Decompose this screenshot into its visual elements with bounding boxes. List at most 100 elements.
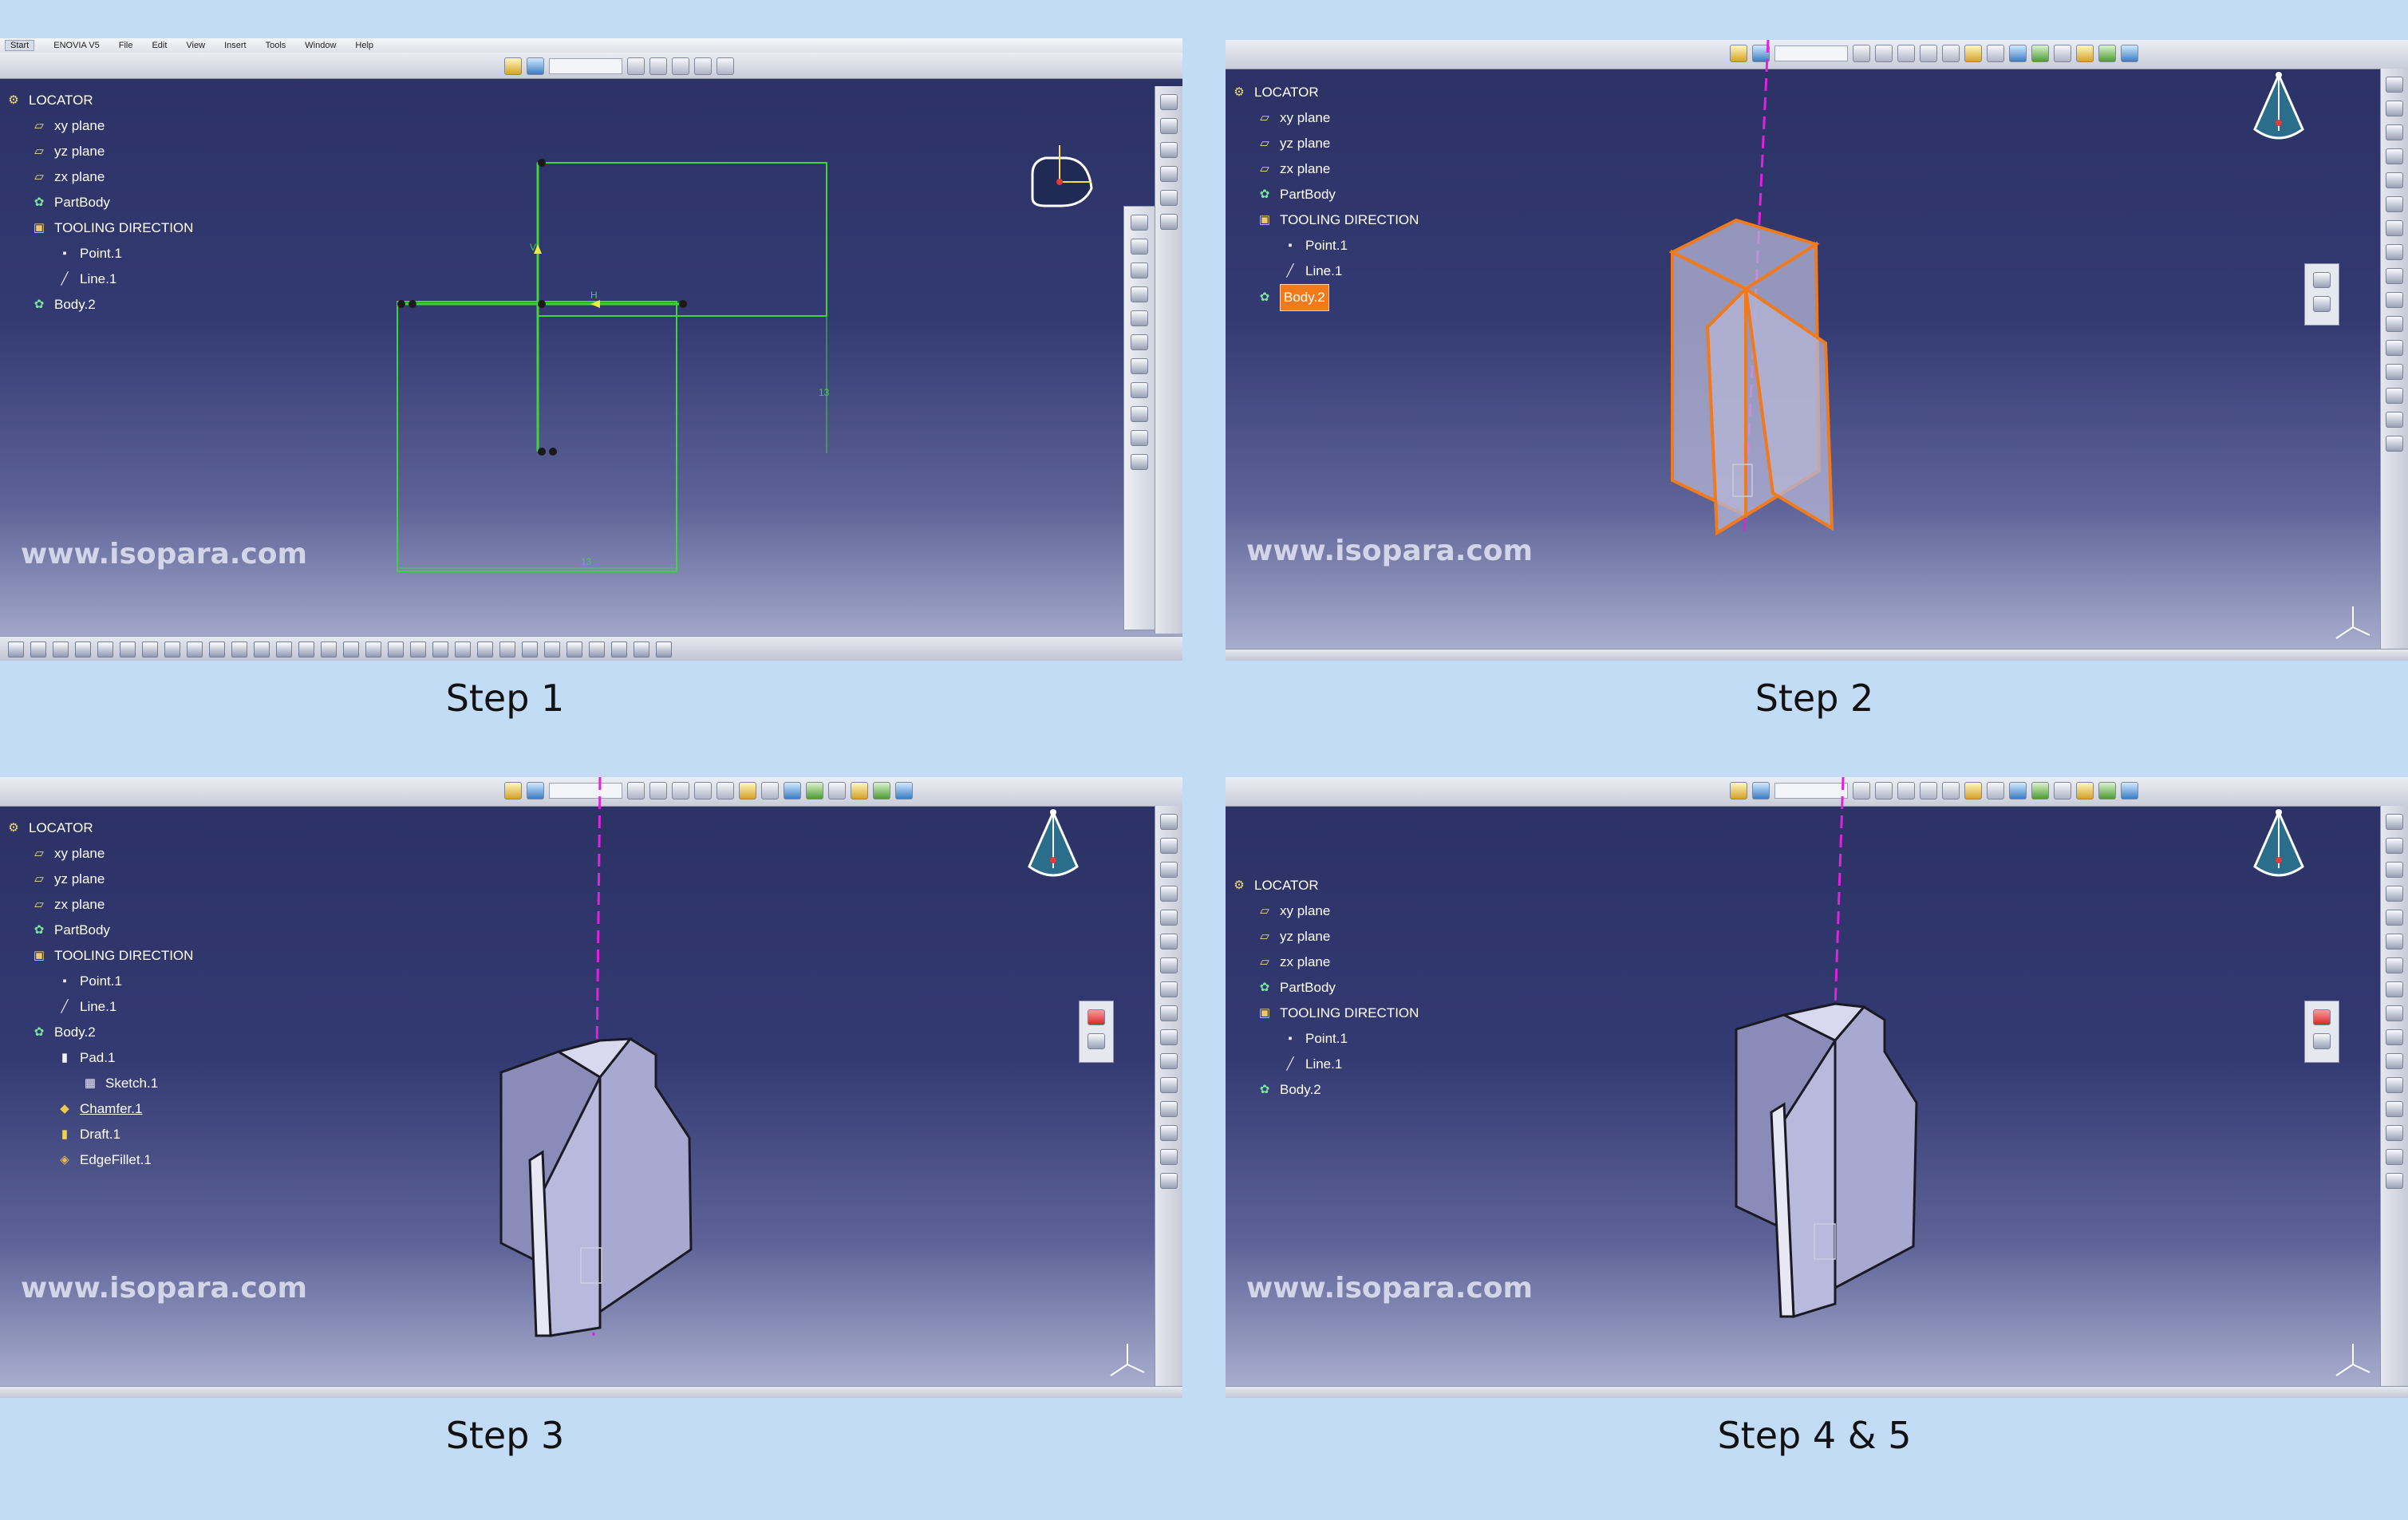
tree-item-body2[interactable]: ✿ Body.2 (1230, 1077, 1419, 1103)
zoom-in-icon[interactable] (410, 642, 426, 657)
chamfer-icon[interactable] (2386, 1053, 2403, 1069)
pattern-icon[interactable] (1160, 1173, 1178, 1189)
tree-item-yz-plane[interactable]: ▱ yz plane (5, 867, 193, 892)
shell-icon[interactable] (1160, 1101, 1178, 1117)
stiffener-icon[interactable] (2386, 981, 2403, 997)
tree-item-point[interactable]: ▪ Point.1 (5, 969, 193, 994)
tree-item-chamfer[interactable]: ◆ Chamfer.1 (5, 1096, 193, 1122)
tree-item-yz-plane[interactable]: ▱ yz plane (1230, 131, 1419, 156)
measure-icon[interactable] (298, 642, 314, 657)
save-icon[interactable] (53, 642, 69, 657)
tree-item-partbody[interactable]: ✿ PartBody (1230, 975, 1419, 1001)
pad-icon[interactable] (1160, 814, 1178, 830)
tree-item-edgefillet[interactable]: ◈ EdgeFillet.1 (5, 1147, 193, 1173)
pocket-icon[interactable] (2386, 838, 2403, 854)
close-icon[interactable] (1088, 1009, 1105, 1025)
sketch-analysis-icon[interactable] (566, 642, 582, 657)
hide-show-icon[interactable] (522, 642, 538, 657)
profile-icon[interactable] (1131, 334, 1148, 350)
construction-toggle-icon[interactable] (656, 642, 672, 657)
tree-item-draft[interactable]: ▮ Draft.1 (5, 1122, 193, 1147)
shell-icon[interactable] (2386, 1101, 2403, 1117)
tree-item-zx-plane[interactable]: ▱ zx plane (1230, 156, 1419, 182)
tool-icon[interactable] (1088, 1033, 1105, 1049)
tree-item-line[interactable]: ╱ Line.1 (5, 994, 193, 1020)
axis-tool-icon[interactable] (1131, 454, 1148, 470)
tree-item-line[interactable]: ╱ Line.1 (1230, 259, 1419, 284)
layer-icon[interactable] (2313, 296, 2331, 312)
tree-item-sketch[interactable]: ▦ Sketch.1 (5, 1071, 193, 1096)
rotate-icon[interactable] (388, 642, 404, 657)
slot-icon[interactable] (2386, 220, 2403, 236)
normal-view-icon[interactable] (455, 642, 471, 657)
draft-icon[interactable] (1160, 1077, 1178, 1093)
tree-item-point[interactable]: ▪ Point.1 (5, 241, 193, 266)
open-icon[interactable] (30, 642, 46, 657)
tree-item-yz-plane[interactable]: ▱ yz plane (5, 139, 193, 164)
table-icon[interactable] (276, 642, 292, 657)
stiffener-icon[interactable] (1160, 981, 1178, 997)
rectangle-icon[interactable] (1131, 358, 1148, 374)
tree-item-point[interactable]: ▪ Point.1 (1230, 233, 1419, 259)
tree-item-xy-plane[interactable]: ▱ xy plane (1230, 898, 1419, 924)
sketch-icon[interactable] (1160, 118, 1178, 134)
thread-icon[interactable] (2386, 412, 2403, 428)
line-tool-icon[interactable] (1131, 430, 1148, 446)
tree-item-pad[interactable]: ▮ Pad.1 (5, 1045, 193, 1071)
close-icon[interactable] (2313, 1009, 2331, 1025)
tree-item-locator[interactable]: ⚙ LOCATOR (1230, 873, 1419, 898)
rib-icon[interactable] (2386, 934, 2403, 950)
tool-icon[interactable] (2313, 272, 2331, 288)
grid-icon[interactable] (1160, 142, 1178, 158)
arc-icon[interactable] (1131, 215, 1148, 231)
tree-item-line[interactable]: ╱ Line.1 (1230, 1052, 1419, 1077)
paste-icon[interactable] (142, 642, 158, 657)
fillet-icon[interactable] (1160, 1029, 1178, 1045)
compass-icon[interactable] (1013, 796, 1093, 892)
pocket-icon[interactable] (2386, 101, 2403, 116)
ellipse-icon[interactable] (1131, 406, 1148, 422)
chamfer-icon[interactable] (1160, 1053, 1178, 1069)
tree-item-line[interactable]: ╱ Line.1 (5, 266, 193, 292)
fly-icon[interactable] (321, 642, 337, 657)
tree-item-body2[interactable]: ✿ Body.2 (5, 1020, 193, 1045)
tree-item-xy-plane[interactable]: ▱ xy plane (1230, 105, 1419, 131)
formula-icon[interactable] (231, 642, 247, 657)
tree-item-body2[interactable]: ✿ Body.2 (1230, 284, 1419, 311)
cut-icon[interactable] (97, 642, 113, 657)
swap-visible-icon[interactable] (544, 642, 560, 657)
constraint-icon[interactable] (1131, 310, 1148, 326)
loft-icon[interactable] (2386, 1005, 2403, 1021)
shaft-icon[interactable] (2386, 862, 2403, 878)
copy-icon[interactable] (120, 642, 136, 657)
tree-item-tooling-direction[interactable]: ▣ TOOLING DIRECTION (1230, 207, 1419, 233)
groove-icon[interactable] (2386, 148, 2403, 164)
draft-icon[interactable] (2386, 1077, 2403, 1093)
pad-icon[interactable] (2386, 814, 2403, 830)
compass-icon[interactable] (2239, 796, 2319, 892)
tree-item-yz-plane[interactable]: ▱ yz plane (1230, 924, 1419, 950)
rib-icon[interactable] (1160, 934, 1178, 950)
tree-item-point[interactable]: ▪ Point.1 (1230, 1026, 1419, 1052)
tree-item-zx-plane[interactable]: ▱ zx plane (1230, 950, 1419, 975)
compass-icon[interactable] (1021, 126, 1101, 222)
thread-icon[interactable] (2386, 1149, 2403, 1165)
construction-icon[interactable] (1160, 190, 1178, 206)
tree-item-tooling-direction[interactable]: ▣ TOOLING DIRECTION (5, 215, 194, 241)
thickness-icon[interactable] (2386, 388, 2403, 404)
hole-icon[interactable] (1160, 910, 1178, 926)
pan-icon[interactable] (365, 642, 381, 657)
pattern-icon[interactable] (2386, 1173, 2403, 1189)
fillet-icon[interactable] (2386, 1029, 2403, 1045)
whats-this-icon[interactable] (209, 642, 225, 657)
tree-item-body2[interactable]: ✿ Body.2 (5, 292, 193, 318)
shading-icon[interactable] (499, 642, 515, 657)
hole-icon[interactable] (2386, 172, 2403, 188)
shaft-icon[interactable] (1160, 862, 1178, 878)
chamfer-icon[interactable] (2386, 316, 2403, 332)
trim-icon[interactable] (1131, 263, 1148, 278)
tree-item-tooling-direction[interactable]: ▣ TOOLING DIRECTION (1230, 1001, 1419, 1026)
rib-icon[interactable] (2386, 196, 2403, 212)
hole-icon[interactable] (2386, 910, 2403, 926)
stiffener-icon[interactable] (2386, 244, 2403, 260)
